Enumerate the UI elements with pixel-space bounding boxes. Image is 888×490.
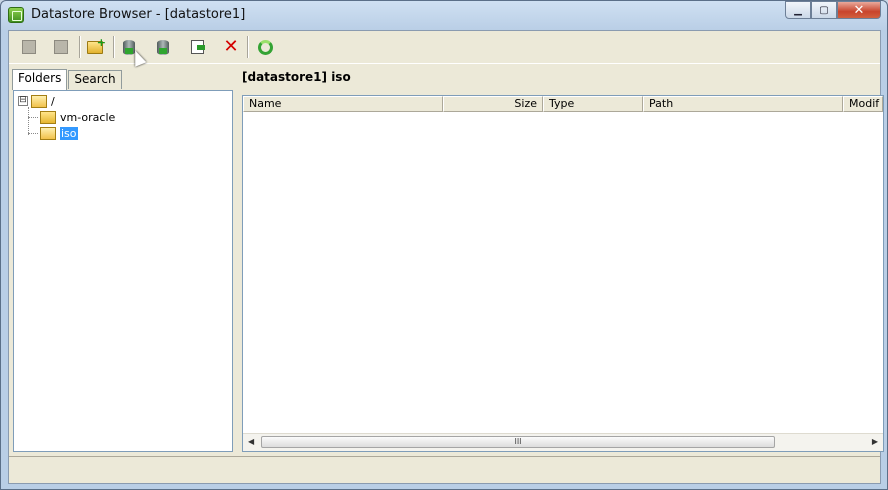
folder-open-icon xyxy=(31,94,47,108)
download-button[interactable] xyxy=(151,35,175,59)
delete-icon: ✕ xyxy=(223,36,239,57)
datastore-browser-window: Datastore Browser - [datastore1] ▁ ▢ ✕ + xyxy=(0,0,888,490)
collapse-icon[interactable]: ⊟ xyxy=(18,96,28,106)
horizontal-scrollbar[interactable]: ◀ III ▶ xyxy=(243,433,883,451)
refresh-icon xyxy=(257,39,273,55)
folder-tree[interactable]: ⊟ / vm-oracle iso xyxy=(13,90,233,452)
close-button[interactable]: ✕ xyxy=(837,1,881,19)
tree-item-label: vm-oracle xyxy=(60,110,116,124)
tree-item-vm-oracle[interactable]: vm-oracle xyxy=(40,109,115,125)
close-icon: ✕ xyxy=(853,2,865,18)
app-icon xyxy=(8,7,24,23)
toolbar-separator xyxy=(79,36,81,58)
client-area: + ✕ Folders Search ⊟ / vm-oracle iso [da… xyxy=(8,30,884,484)
column-header-path[interactable]: Path xyxy=(643,96,843,112)
window-controls: ▁ ▢ ✕ xyxy=(785,1,881,19)
tree-connector xyxy=(28,107,29,135)
scroll-right-icon[interactable]: ▶ xyxy=(872,437,878,446)
status-bar xyxy=(9,456,880,483)
tree-connector xyxy=(28,133,38,134)
tab-folders[interactable]: Folders xyxy=(12,69,68,90)
column-header-type[interactable]: Type xyxy=(543,96,643,112)
paste-button[interactable] xyxy=(49,35,73,59)
column-header-modified[interactable]: Modif xyxy=(843,96,883,112)
column-header-size[interactable]: Size xyxy=(443,96,543,112)
new-folder-icon: + xyxy=(87,36,106,54)
move-icon xyxy=(190,40,205,54)
copy-icon xyxy=(22,40,36,54)
left-tabs: Folders Search xyxy=(12,69,123,90)
minimize-icon: ▁ xyxy=(794,4,802,16)
toolbar-separator xyxy=(113,36,115,58)
folder-icon xyxy=(40,110,56,124)
current-path-label: [datastore1] iso xyxy=(242,70,351,84)
window-title: Datastore Browser - [datastore1] xyxy=(31,7,246,22)
move-button[interactable] xyxy=(185,35,209,59)
list-header: Name Size Type Path Modif xyxy=(243,96,883,114)
tree-item-root[interactable]: ⊟ / xyxy=(18,93,55,109)
delete-button[interactable]: ✕ xyxy=(219,35,243,59)
mouse-cursor-icon xyxy=(129,48,147,67)
toolbar-separator xyxy=(247,36,249,58)
tree-item-label: iso xyxy=(60,126,78,140)
title-bar[interactable]: Datastore Browser - [datastore1] ▁ ▢ ✕ xyxy=(1,1,887,29)
new-folder-button[interactable]: + xyxy=(83,35,107,59)
file-list[interactable]: Name Size Type Path Modif ◀ III ▶ xyxy=(242,95,884,452)
column-header-name[interactable]: Name xyxy=(243,96,443,112)
tree-item-iso[interactable]: iso xyxy=(40,125,78,141)
download-icon xyxy=(157,39,169,55)
tab-search[interactable]: Search xyxy=(68,70,122,89)
tree-connector xyxy=(28,117,38,118)
paste-icon xyxy=(54,40,68,54)
maximize-button[interactable]: ▢ xyxy=(811,1,837,19)
toolbar: + ✕ xyxy=(9,31,880,67)
tree-item-label: / xyxy=(51,94,55,108)
copy-button[interactable] xyxy=(17,35,41,59)
refresh-button[interactable] xyxy=(253,35,277,59)
folder-open-icon xyxy=(40,126,56,140)
scroll-left-icon[interactable]: ◀ xyxy=(248,437,254,446)
maximize-icon: ▢ xyxy=(819,4,829,16)
scroll-thumb[interactable]: III xyxy=(261,436,775,448)
minimize-button[interactable]: ▁ xyxy=(785,1,811,19)
